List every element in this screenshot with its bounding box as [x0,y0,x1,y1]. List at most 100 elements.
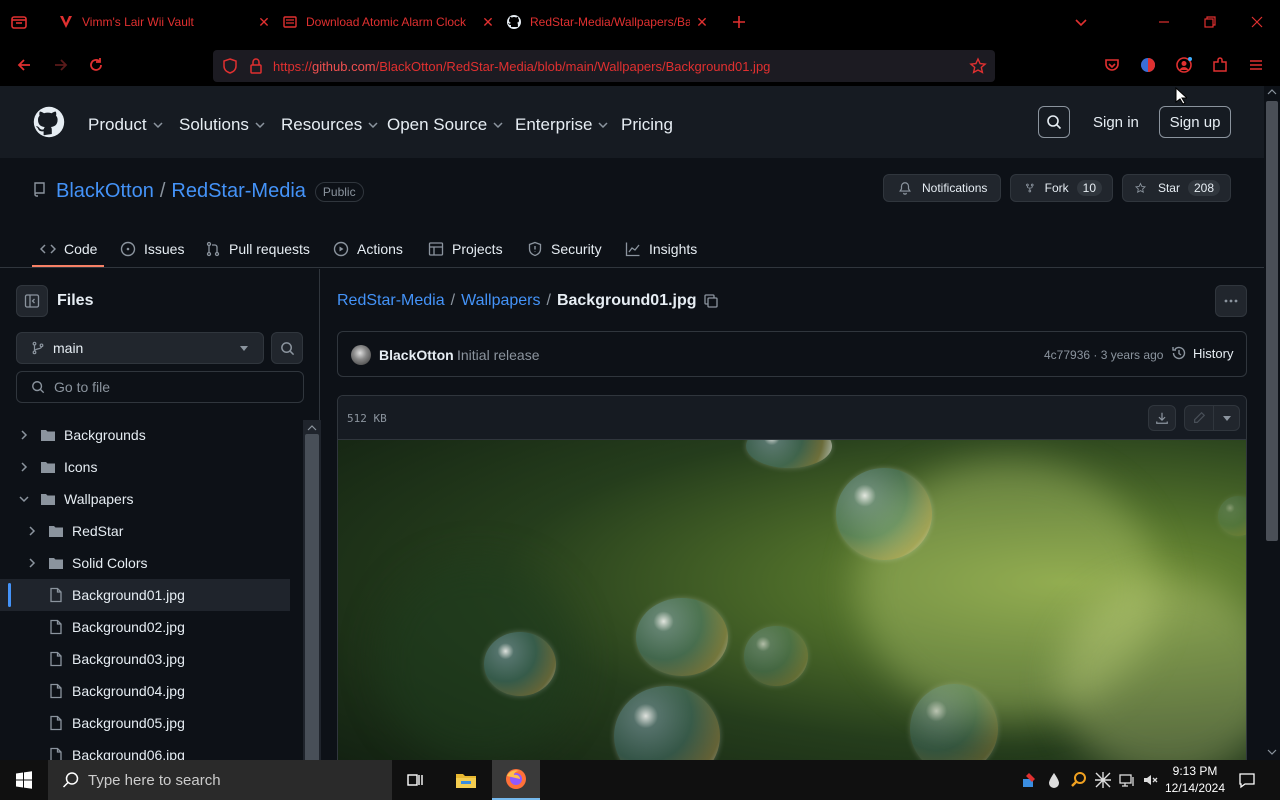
history-button[interactable]: History [1171,345,1233,361]
close-tab-icon[interactable]: ✕ [256,14,272,30]
copy-path-icon[interactable] [703,293,719,309]
caret-down-icon [240,346,248,351]
commit-author[interactable]: BlackOtton [379,347,454,363]
close-window-icon[interactable] [1249,14,1265,30]
chevron-right-icon[interactable] [18,461,30,473]
sidebar-scroll-thumb[interactable] [305,434,319,760]
nav-resources[interactable]: Resources [281,115,378,135]
page-scroll-thumb[interactable] [1266,101,1278,541]
tree-folder-item[interactable]: Wallpapers [0,483,290,515]
back-icon[interactable] [15,56,33,74]
more-options-button[interactable] [1215,285,1247,317]
new-tab-icon[interactable] [730,13,748,31]
pocket-icon[interactable] [1103,56,1121,74]
breadcrumb-repo-link[interactable]: RedStar-Media [337,292,445,310]
author-avatar[interactable] [351,345,371,365]
star-button[interactable]: Star 208 [1122,174,1231,202]
tree-folder-item[interactable]: Backgrounds [0,419,290,451]
fork-button[interactable]: Fork 10 [1010,174,1113,202]
task-view-icon[interactable] [406,771,424,789]
close-tab-icon[interactable]: ✕ [480,14,496,30]
browser-tab[interactable]: Download Atomic Alarm Clock ✕ [272,6,506,38]
search-files-button[interactable] [271,332,303,364]
caret-down-icon[interactable] [1222,413,1232,423]
nav-pricing[interactable]: Pricing [621,115,673,135]
nav-open-source[interactable]: Open Source [387,115,503,135]
minimize-icon[interactable] [1156,14,1172,30]
notifications-center-icon[interactable] [1238,771,1256,789]
branch-selector[interactable]: main [16,332,264,364]
tray-app-icon[interactable] [1021,771,1039,789]
tree-file-item[interactable]: Background01.jpg [0,579,290,611]
tab-title: RedStar-Media/Wallpapers/Background01.jp… [530,15,690,29]
commit-message[interactable]: Initial release [457,347,540,363]
sidebar-scrollbar[interactable] [303,420,321,760]
tree-file-item[interactable]: Background03.jpg [0,643,290,675]
tab-pull-requests[interactable]: Pull requests [205,234,310,264]
chevron-down-icon[interactable] [18,493,30,505]
reload-icon[interactable] [87,56,105,74]
tree-file-item[interactable]: Background02.jpg [0,611,290,643]
tab-security[interactable]: Security [527,234,602,264]
browser-tab[interactable]: Vimm's Lair Wii Vault ✕ [48,6,282,38]
tree-folder-item[interactable]: RedStar [0,515,290,547]
commit-hash-age[interactable]: 4c77936 · 3 years ago [1044,348,1163,362]
page-scrollbar[interactable] [1264,86,1280,760]
pencil-icon[interactable] [1192,411,1206,425]
list-all-tabs-icon[interactable] [1073,14,1089,30]
notifications-button[interactable]: Notifications [883,174,1001,202]
extensions-icon[interactable] [1211,56,1229,74]
tracking-protection-icon[interactable] [221,57,239,75]
tab-projects[interactable]: Projects [428,234,503,264]
repo-owner-link[interactable]: BlackOtton [56,180,154,203]
tree-folder-item[interactable]: Solid Colors [0,547,290,579]
account-icon[interactable] [1175,56,1193,74]
download-raw-button[interactable] [1148,405,1176,431]
github-logo-icon[interactable] [33,106,65,138]
sign-up-button[interactable]: Sign up [1159,106,1231,138]
chevron-right-icon[interactable] [26,557,38,569]
network-icon[interactable] [1118,771,1136,789]
tab-code[interactable]: Code [40,234,97,264]
breadcrumb-folder-link[interactable]: Wallpapers [461,292,540,310]
bookmark-star-icon[interactable] [969,57,987,75]
windows-start-icon[interactable] [15,771,33,789]
edit-button-group[interactable] [1184,405,1240,431]
chevron-right-icon[interactable] [26,525,38,537]
tray-drop-icon[interactable] [1047,771,1061,789]
sign-in-link[interactable]: Sign in [1093,114,1139,131]
hamburger-menu-icon[interactable] [1247,56,1265,74]
nav-solutions[interactable]: Solutions [179,115,265,135]
taskbar-clock[interactable]: 9:13 PM 12/14/2024 [1162,763,1228,797]
lock-icon[interactable] [248,57,264,75]
tree-file-item[interactable]: Background05.jpg [0,707,290,739]
file-explorer-icon[interactable] [455,769,477,791]
restore-icon[interactable] [1202,14,1218,30]
dark-reader-icon[interactable] [1139,56,1157,74]
collapse-sidebar-button[interactable] [16,285,48,317]
firefox-view-icon[interactable] [10,13,28,31]
firefox-taskbar-button[interactable] [492,760,540,800]
repo-name-link[interactable]: RedStar-Media [171,180,306,203]
forward-icon[interactable] [52,56,70,74]
close-tab-icon[interactable]: ✕ [694,14,710,30]
tree-file-item[interactable]: Background06.jpg [0,739,290,760]
tray-search-app-icon[interactable] [1070,771,1088,789]
address-bar[interactable]: https://github.com/BlackOtton/RedStar-Me… [213,50,995,82]
search-button[interactable] [1038,106,1070,138]
tab-actions[interactable]: Actions [333,234,403,264]
chevron-right-icon[interactable] [18,429,30,441]
tray-tools-icon[interactable] [1094,771,1112,789]
browser-tab-active[interactable]: RedStar-Media/Wallpapers/Background01.jp… [496,6,720,38]
tree-folder-item[interactable]: Icons [0,451,290,483]
tab-insights[interactable]: Insights [625,234,697,264]
tree-file-item[interactable]: Background04.jpg [0,675,290,707]
tab-issues[interactable]: Issues [120,234,184,264]
go-to-file-input[interactable]: Go to file [16,371,304,403]
nav-enterprise[interactable]: Enterprise [515,115,609,135]
taskbar-search-box[interactable]: Type here to search [48,760,392,800]
bubble [744,626,808,686]
nav-product[interactable]: Product [88,115,163,135]
tab-label: Pull requests [229,241,310,257]
volume-muted-icon[interactable] [1142,771,1160,789]
